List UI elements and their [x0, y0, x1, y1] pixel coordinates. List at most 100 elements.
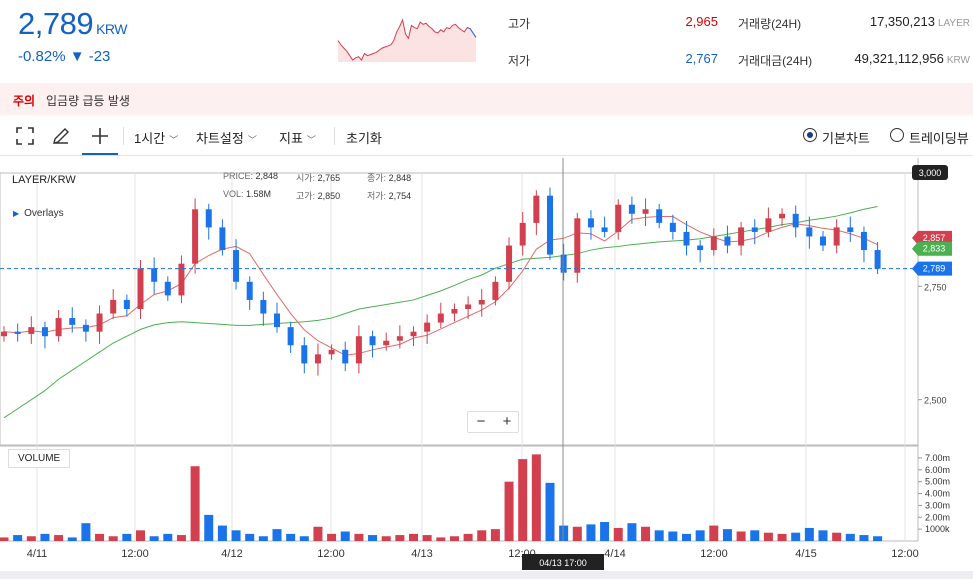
- active-tool-indicator: [82, 153, 118, 155]
- crosshair-icon[interactable]: [89, 125, 111, 147]
- volume-bar: [217, 525, 227, 541]
- candle-body: [69, 318, 76, 325]
- volume-bar: [272, 529, 282, 541]
- interval-dropdown[interactable]: 1시간 ﹀: [134, 128, 178, 147]
- candle-body: [847, 227, 854, 232]
- x-tick-label: 12:00: [700, 548, 728, 560]
- toolbar-divider: [123, 127, 124, 145]
- x-tick-label: 4/15: [795, 548, 816, 560]
- candle-body: [96, 313, 103, 332]
- x-tick-label: 4/11: [27, 548, 48, 560]
- price-currency: KRW: [96, 21, 127, 37]
- candle-body: [738, 227, 745, 246]
- candle-body: [465, 304, 472, 309]
- chart-settings-dropdown[interactable]: 차트설정 ﹀: [196, 128, 257, 147]
- volume-bar: [668, 531, 678, 541]
- reset-button[interactable]: 초기화: [346, 128, 382, 147]
- indicators-dropdown[interactable]: 지표 ﹀: [279, 128, 316, 147]
- candle-body: [260, 299, 267, 314]
- ohlc-open: 시가: 2,765: [296, 173, 341, 183]
- candle-body: [710, 236, 717, 251]
- volume-bar: [436, 537, 446, 541]
- candle-body: [437, 313, 444, 323]
- candle-body: [396, 336, 403, 341]
- volume-tick-label: 5.00m: [925, 477, 950, 487]
- candle-body: [55, 318, 62, 337]
- price-tag-label: 2,833: [923, 244, 946, 254]
- basic-chart-label[interactable]: 기본차트: [822, 128, 870, 147]
- volume-bar: [340, 531, 350, 541]
- volume-bar: [286, 533, 296, 541]
- candle-body: [492, 281, 499, 300]
- y-tick-label: 2,500: [924, 396, 947, 406]
- candle-body: [820, 236, 826, 246]
- volume-bar: [40, 533, 50, 541]
- volume-bar: [873, 536, 883, 541]
- volume-bar: [531, 454, 541, 541]
- tradingview-radio[interactable]: [890, 128, 904, 142]
- chevron-down-icon: ﹀: [306, 135, 316, 145]
- volume-label: 거래량(24H): [738, 17, 802, 31]
- volume-bar: [26, 536, 36, 541]
- volume-bar: [709, 525, 719, 541]
- candle-body: [301, 345, 308, 364]
- tradingview-label[interactable]: 트레이딩뷰: [909, 128, 969, 147]
- volume-bar: [54, 535, 64, 541]
- candle-body: [110, 299, 117, 314]
- candle-body: [833, 227, 840, 246]
- volume-bar: [695, 530, 705, 541]
- zoom-control: − +: [467, 411, 519, 433]
- fullscreen-icon[interactable]: [14, 125, 36, 147]
- volume-bar: [368, 535, 378, 541]
- crosshair-time-label: 04/13 17:00: [539, 558, 587, 568]
- candle-body: [342, 349, 349, 364]
- candle-body: [506, 245, 513, 282]
- price-chart[interactable]: 4/11 12:00 4/12 12:00 4/13 12:00 4/14 12:00 4/15…: [0, 158, 973, 570]
- candle-body: [410, 331, 417, 337]
- candle-body: [383, 340, 390, 346]
- zoom-out-button[interactable]: −: [468, 413, 494, 430]
- candle-body: [287, 327, 294, 346]
- candle-body: [669, 222, 676, 232]
- candle-body: [560, 254, 567, 273]
- volume-bar: [750, 530, 760, 541]
- volume-bar: [354, 533, 364, 541]
- zoom-in-button[interactable]: +: [494, 413, 520, 430]
- candle-body: [314, 354, 321, 364]
- volume-bar: [313, 526, 323, 541]
- volume-bar: [204, 514, 214, 541]
- volume-tick-label: 4.00m: [925, 489, 950, 499]
- candle-body: [164, 281, 171, 296]
- candle-body: [151, 268, 158, 282]
- volume-tick-label: 7.00m: [925, 453, 950, 463]
- pair-label: LAYER/KRW: [12, 174, 76, 186]
- caution-tag: 주의: [13, 94, 36, 108]
- overlays-toggle[interactable]: ▶ Overlays: [13, 208, 64, 219]
- low-value: 2,767: [685, 51, 718, 66]
- x-tick-label: 12:00: [891, 548, 919, 560]
- volume-bar: [149, 536, 159, 541]
- volume-bar: [122, 533, 132, 541]
- candle-body: [574, 218, 581, 273]
- volume-bar: [586, 524, 596, 541]
- chevron-down-icon: ﹀: [247, 135, 257, 145]
- caution-message: 입금량 급등 발생: [46, 94, 130, 108]
- candle-body: [192, 209, 199, 264]
- x-tick-label: 4/14: [604, 548, 625, 560]
- volume-bar: [409, 533, 418, 541]
- candle-body: [519, 222, 526, 246]
- volume-bar: [381, 536, 391, 541]
- ohlc-low: 저가: 2,754: [367, 191, 412, 201]
- candlestick-chart-canvas[interactable]: 4/11 12:00 4/12 12:00 4/13 12:00 4/14 12:00 4/15…: [0, 158, 973, 570]
- volume-bar: [176, 535, 186, 541]
- x-tick-label: 12:00: [121, 548, 149, 560]
- basic-chart-radio[interactable]: [803, 128, 817, 142]
- x-tick-label: 12:00: [317, 548, 345, 560]
- volume-bar: [613, 527, 623, 541]
- pencil-icon[interactable]: [50, 125, 72, 147]
- turnover-value: 49,321,112,956 KRW: [854, 51, 970, 66]
- price-tag-label: 2,789: [923, 264, 946, 274]
- chart-toolbar: 1시간 ﹀ 차트설정 ﹀ 지표 ﹀ 초기화 기본차트 트레이딩뷰: [0, 116, 973, 156]
- volume-bar: [108, 536, 118, 541]
- volume-bar: [722, 529, 732, 541]
